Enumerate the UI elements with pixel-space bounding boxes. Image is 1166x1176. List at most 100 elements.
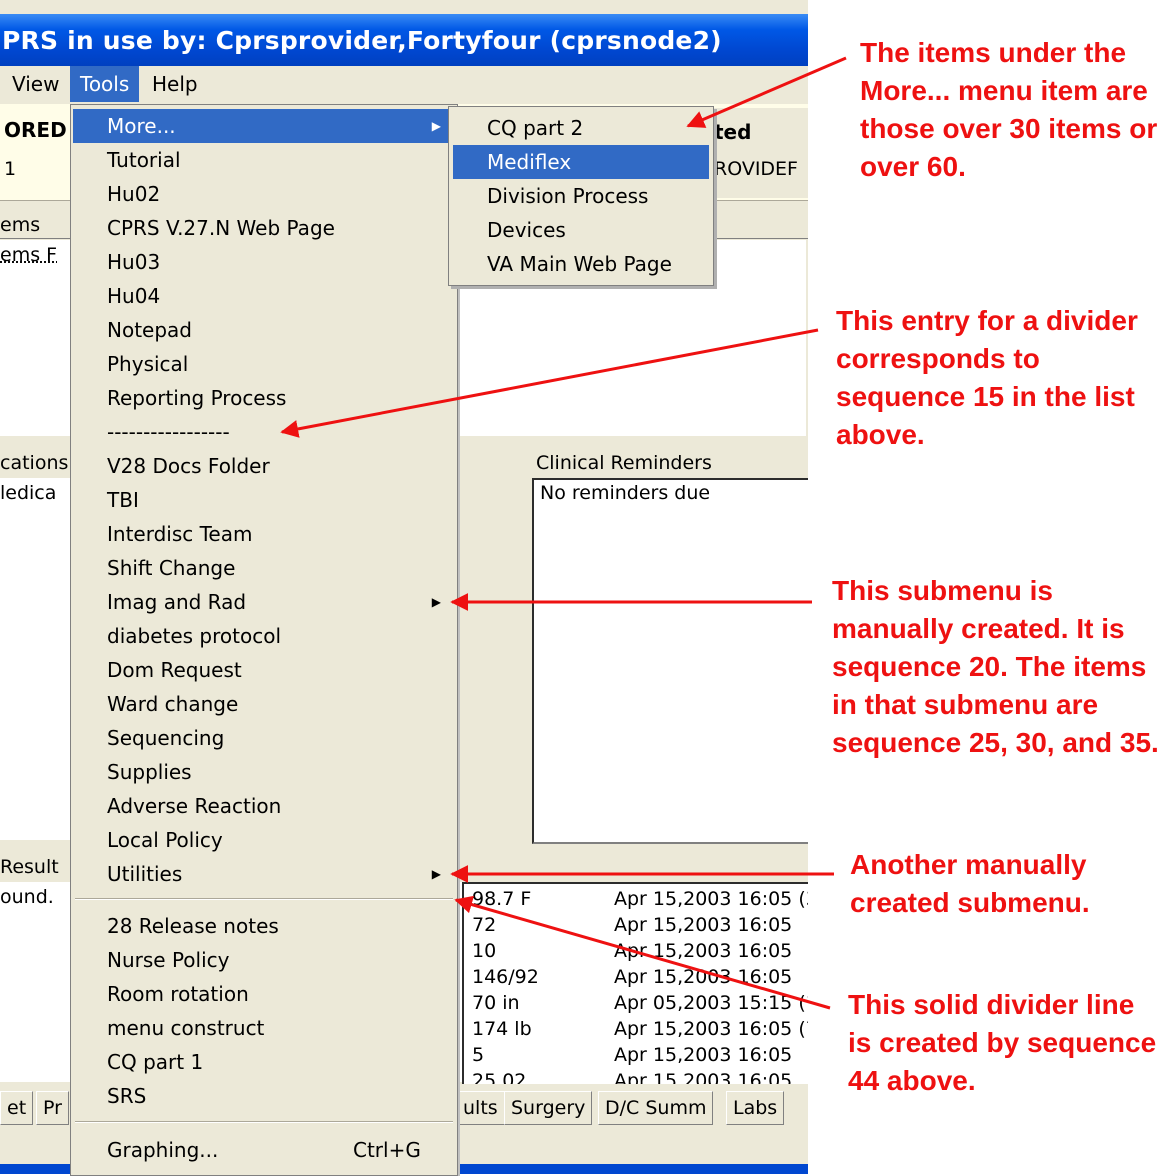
menu-item-graphing[interactable]: Graphing... Ctrl+G <box>73 1133 455 1167</box>
tab-surgery[interactable]: Surgery <box>504 1091 593 1125</box>
menu-item-notepad[interactable]: Notepad <box>73 313 455 347</box>
menu-help[interactable]: Help <box>142 66 208 102</box>
menu-item-diabetes-protocol[interactable]: diabetes protocol <box>73 619 455 653</box>
patient-name[interactable]: ORED <box>4 118 67 142</box>
menu-item-shift-change[interactable]: Shift Change <box>73 551 455 585</box>
menu-item-28-release-notes[interactable]: 28 Release notes <box>73 909 455 943</box>
menu-item-reporting-process[interactable]: Reporting Process <box>73 381 455 415</box>
menu-item-menu-construct[interactable]: menu construct <box>73 1011 455 1045</box>
menu-item-devices[interactable]: Devices <box>453 213 709 247</box>
menu-item-v28-docs-folder[interactable]: V28 Docs Folder <box>73 449 455 483</box>
menu-item-dashed-divider[interactable]: ----------------- <box>73 415 455 449</box>
menu-bar: View Tools Help <box>0 66 808 105</box>
menu-shortcut: Ctrl+G <box>353 1138 421 1162</box>
menu-view[interactable]: View <box>2 66 69 102</box>
menu-item-srs[interactable]: SRS <box>73 1079 455 1113</box>
menu-item-label: 28 Release notes <box>107 914 279 938</box>
menu-item-imag-and-rad[interactable]: Imag and Rad ▶ <box>73 585 455 619</box>
results-header: Result <box>0 856 59 878</box>
menu-item-cprs-web-page[interactable]: CPRS V.27.N Web Page <box>73 211 455 245</box>
tab-results[interactable]: ults <box>456 1091 505 1125</box>
reminders-header: Clinical Reminders <box>536 452 712 474</box>
vital-value: 72 <box>472 914 497 936</box>
vital-date: Apr 15,2003 16:05 (7 <box>614 1018 808 1040</box>
menu-item-local-policy[interactable]: Local Policy <box>73 823 455 857</box>
menu-item-ward-change[interactable]: Ward change <box>73 687 455 721</box>
annotation-imag-submenu: This submenu is manually created. It is … <box>832 575 1159 758</box>
results-row: ound. <box>0 886 54 908</box>
menu-item-label: Hu04 <box>107 284 161 308</box>
menu-item-cq-part-1[interactable]: CQ part 1 <box>73 1045 455 1079</box>
medications-header: cations <box>0 452 69 474</box>
vital-date: Apr 15,2003 16:05 <box>614 966 793 988</box>
annotation-dashed-divider: This entry for a divider corresponds to … <box>836 305 1138 450</box>
provider-value: ROVIDEF <box>714 158 798 180</box>
window-title: PRS in use by: Cprsprovider,Fortyfour (c… <box>2 26 722 55</box>
menu-separator <box>75 1121 453 1123</box>
reminders-row[interactable]: No reminders due <box>540 482 710 504</box>
items-row[interactable]: ems F <box>0 244 57 266</box>
menu-item-label: Ward change <box>107 692 239 716</box>
menu-item-hu04[interactable]: Hu04 <box>73 279 455 313</box>
submenu-arrow-icon: ▶ <box>431 119 441 133</box>
tab-labs[interactable]: Labs <box>726 1091 785 1125</box>
medications-pane <box>0 478 70 840</box>
menu-item-room-rotation[interactable]: Room rotation <box>73 977 455 1011</box>
menu-item-utilities[interactable]: Utilities ▶ <box>73 857 455 891</box>
provider-title: ted <box>714 120 752 144</box>
vital-date: Apr 15,2003 16:05 <box>614 914 793 936</box>
menu-item-label: SRS <box>107 1084 147 1108</box>
vital-date: Apr 05,2003 15:15 (1 <box>614 992 808 1014</box>
menu-item-label: Tutorial <box>107 148 181 172</box>
menu-item-division-process[interactable]: Division Process <box>453 179 709 213</box>
menu-item-label: menu construct <box>107 1016 265 1040</box>
menu-item-nurse-policy[interactable]: Nurse Policy <box>73 943 455 977</box>
menu-item-label: Room rotation <box>107 982 249 1006</box>
vital-date: Apr 15,2003 16:05 (3 <box>614 888 808 910</box>
vital-value: 174 lb <box>472 1018 532 1040</box>
menu-item-label: V28 Docs Folder <box>107 454 270 478</box>
menu-item-label: Supplies <box>107 760 192 784</box>
tools-menu: More... ▶ Tutorial Hu02 CPRS V.27.N Web P… <box>70 104 458 1176</box>
menu-item-label: Graphing... <box>107 1138 219 1162</box>
menu-item-dom-request[interactable]: Dom Request <box>73 653 455 687</box>
menu-item-label: Imag and Rad <box>107 590 247 614</box>
menu-item-label: Physical <box>107 352 189 376</box>
vital-value: 70 in <box>472 992 520 1014</box>
menu-tools[interactable]: Tools <box>70 66 140 102</box>
menu-item-label: Notepad <box>107 318 192 342</box>
medications-row[interactable]: ledica <box>0 482 56 504</box>
menu-item-hu03[interactable]: Hu03 <box>73 245 455 279</box>
menu-item-tbi[interactable]: TBI <box>73 483 455 517</box>
items-label: ems <box>0 214 41 236</box>
menu-item-mediflex[interactable]: Mediflex <box>453 145 709 179</box>
menu-item-label: Utilities <box>107 862 183 886</box>
more-submenu: CQ part 2 Mediflex Division Process Devi… <box>448 106 714 286</box>
menu-item-supplies[interactable]: Supplies <box>73 755 455 789</box>
menu-item-sequencing[interactable]: Sequencing <box>73 721 455 755</box>
annotation-more-items: The items under the More... menu item ar… <box>860 37 1158 182</box>
menu-item-more[interactable]: More... ▶ <box>73 109 455 143</box>
menu-item-label: TBI <box>107 488 139 512</box>
menu-item-label: diabetes protocol <box>107 624 282 648</box>
menu-item-va-main-web-page[interactable]: VA Main Web Page <box>453 247 709 281</box>
menu-item-label: Division Process <box>487 184 649 208</box>
annotation-solid-divider: This solid divider line is created by se… <box>848 989 1157 1096</box>
vital-value: 98.7 F <box>472 888 532 910</box>
tab-problems[interactable]: Pr <box>36 1091 69 1125</box>
menu-item-label: CQ part 1 <box>107 1050 204 1074</box>
tab-dc-summ[interactable]: D/C Summ <box>598 1091 714 1125</box>
menu-item-label: Local Policy <box>107 828 223 852</box>
menu-item-adverse-reaction[interactable]: Adverse Reaction <box>73 789 455 823</box>
menu-item-physical[interactable]: Physical <box>73 347 455 381</box>
menu-item-hu02[interactable]: Hu02 <box>73 177 455 211</box>
vital-date: Apr 15,2003 16:05 <box>614 1044 793 1066</box>
submenu-arrow-icon: ▶ <box>431 867 441 881</box>
tab-cover-sheet[interactable]: et <box>0 1091 34 1125</box>
menu-item-interdisc-team[interactable]: Interdisc Team <box>73 517 455 551</box>
menu-item-label: Reporting Process <box>107 386 287 410</box>
menu-item-label: Dom Request <box>107 658 242 682</box>
annotation-utilities-submenu: Another manually created submenu. <box>850 849 1090 918</box>
menu-item-tutorial[interactable]: Tutorial <box>73 143 455 177</box>
menu-item-cq-part-2[interactable]: CQ part 2 <box>453 111 709 145</box>
